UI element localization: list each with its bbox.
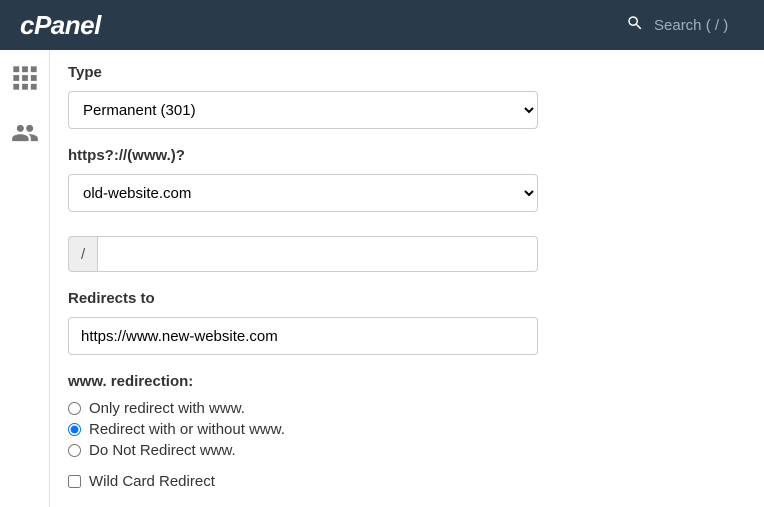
- search-icon[interactable]: [626, 14, 644, 37]
- www-radio-both-label: Redirect with or without www.: [89, 421, 285, 438]
- www-redirection-label: www. redirection:: [68, 373, 746, 390]
- redirects-to-label: Redirects to: [68, 290, 746, 307]
- www-radio-only[interactable]: [68, 402, 81, 415]
- search-wrap: [626, 14, 744, 37]
- www-option-only[interactable]: Only redirect with www.: [68, 400, 746, 417]
- top-bar: cPanel: [0, 0, 764, 50]
- brand-logo: cPanel: [20, 10, 101, 41]
- redirects-to-input[interactable]: [68, 317, 538, 355]
- www-option-both[interactable]: Redirect with or without www.: [68, 421, 746, 438]
- type-select[interactable]: Permanent (301): [68, 91, 538, 129]
- search-input[interactable]: [654, 17, 744, 34]
- domain-label: https?://(www.)?: [68, 147, 746, 164]
- www-radio-only-label: Only redirect with www.: [89, 400, 245, 417]
- sidebar: [0, 50, 50, 507]
- wildcard-label: Wild Card Redirect: [89, 473, 215, 490]
- form-content: Type Permanent (301) https?://(www.)? ol…: [50, 50, 764, 507]
- www-radio-none-label: Do Not Redirect www.: [89, 442, 236, 459]
- users-icon[interactable]: [11, 119, 39, 152]
- www-option-none[interactable]: Do Not Redirect www.: [68, 442, 746, 459]
- domain-select[interactable]: old-website.com: [68, 174, 538, 212]
- www-radio-none[interactable]: [68, 444, 81, 457]
- path-group: /: [68, 236, 538, 272]
- grid-icon[interactable]: [11, 64, 39, 97]
- path-prefix: /: [68, 236, 97, 272]
- brand-text: cPanel: [20, 10, 101, 41]
- path-input[interactable]: [97, 236, 538, 272]
- wildcard-checkbox[interactable]: [68, 475, 81, 488]
- wildcard-row[interactable]: Wild Card Redirect: [68, 473, 746, 490]
- www-radio-both[interactable]: [68, 423, 81, 436]
- type-label: Type: [68, 64, 746, 81]
